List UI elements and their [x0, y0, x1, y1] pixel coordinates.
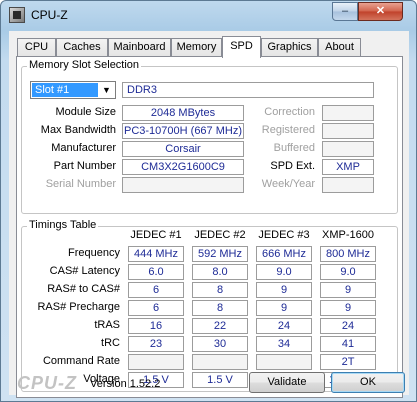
tab-cpu[interactable]: CPU [17, 38, 56, 57]
timing-row-label: RAS# Precharge [37, 301, 120, 313]
minimize-button[interactable]: ‒ [332, 2, 358, 21]
cpuz-window: CPU-Z ‒ ✕ CPU Caches Mainboard Memory SP… [0, 0, 417, 402]
cpuz-logo: CPU-Z [17, 373, 77, 393]
timing-cell [192, 354, 248, 370]
timing-cell: 9.0 [320, 264, 376, 280]
timing-cell [256, 354, 312, 370]
spd-panel: Memory Slot Selection Slot #1 ▼ DDR3 Mod… [16, 56, 403, 398]
timing-cell: 9 [320, 300, 376, 316]
timing-cell: 666 MHz [256, 246, 312, 262]
window-title: CPU-Z [31, 8, 68, 22]
correction-label: Correction [264, 106, 315, 118]
spd-ext-value: XMP [322, 159, 374, 175]
timing-column-header: JEDEC #3 [258, 229, 310, 241]
buffered-value [322, 141, 374, 157]
timing-cell: 8 [192, 282, 248, 298]
timing-cell: 41 [320, 336, 376, 352]
timing-cell: 30 [192, 336, 248, 352]
part-number-value: CM3X2G1600C9 [122, 159, 244, 175]
timing-cell: 9 [256, 300, 312, 316]
timing-cell: 2T [320, 354, 376, 370]
slot-select-value: Slot #1 [32, 83, 98, 97]
timings-group-title: Timings Table [27, 219, 99, 231]
timing-column-header: JEDEC #2 [194, 229, 246, 241]
timing-cell: 8 [192, 300, 248, 316]
timing-cell: 9.0 [256, 264, 312, 280]
max-bandwidth-value: PC3-10700H (667 MHz) [122, 123, 244, 139]
tab-spd[interactable]: SPD [222, 36, 261, 58]
timing-cell: 9 [320, 282, 376, 298]
manufacturer-value: Corsair [122, 141, 244, 157]
timing-cell: 24 [256, 318, 312, 334]
module-size-value: 2048 MBytes [122, 105, 244, 121]
timing-cell: 24 [320, 318, 376, 334]
part-number-label: Part Number [53, 160, 116, 172]
timing-row-label: RAS# to CAS# [47, 283, 120, 295]
slot-select[interactable]: Slot #1 ▼ [30, 81, 116, 99]
tab-graphics[interactable]: Graphics [261, 38, 318, 57]
serial-number-value [122, 177, 244, 193]
ok-button[interactable]: OK [331, 372, 405, 393]
timing-row-label: CAS# Latency [49, 265, 120, 277]
timing-cell: 9 [256, 282, 312, 298]
module-size-label: Module Size [55, 106, 116, 118]
chevron-down-icon[interactable]: ▼ [98, 82, 115, 98]
memory-slot-group: Memory Slot Selection Slot #1 ▼ DDR3 Mod… [21, 59, 398, 214]
validate-button[interactable]: Validate [249, 372, 325, 393]
spd-ext-label: SPD Ext. [270, 160, 315, 172]
timing-row-label: tRC [101, 337, 120, 349]
tab-about[interactable]: About [318, 38, 361, 57]
version-label: Version 1.52.2 [90, 378, 161, 390]
buffered-label: Buffered [273, 142, 315, 154]
memory-slot-group-title: Memory Slot Selection [27, 59, 142, 71]
timing-column-header: JEDEC #1 [130, 229, 182, 241]
tab-caches[interactable]: Caches [56, 38, 108, 57]
timings-group: Timings Table JEDEC #1 JEDEC #2 JEDEC #3 XM… [21, 219, 398, 392]
timing-row-label: Command Rate [42, 355, 120, 367]
registered-value [322, 123, 374, 139]
close-button[interactable]: ✕ [358, 2, 403, 21]
memory-type-field: DDR3 [122, 82, 374, 98]
week-year-value [322, 177, 374, 193]
timing-cell: 444 MHz [128, 246, 184, 262]
title-bar[interactable]: CPU-Z ‒ ✕ [1, 1, 416, 31]
week-year-label: Week/Year [261, 178, 315, 190]
timing-cell: 6 [128, 300, 184, 316]
serial-number-label: Serial Number [45, 178, 116, 190]
timing-cell: 16 [128, 318, 184, 334]
timing-cell: 34 [256, 336, 312, 352]
timing-cell: 1.5 V [192, 372, 248, 388]
correction-value [322, 105, 374, 121]
registered-label: Registered [261, 124, 315, 136]
timing-cell: 23 [128, 336, 184, 352]
timing-cell: 800 MHz [320, 246, 376, 262]
timing-cell: 22 [192, 318, 248, 334]
timing-cell: 8.0 [192, 264, 248, 280]
timing-cell [128, 354, 184, 370]
timing-column-header: XMP-1600 [322, 229, 374, 241]
manufacturer-label: Manufacturer [51, 142, 116, 154]
timing-row-label: Frequency [68, 247, 120, 259]
client-area: CPU Caches Mainboard Memory SPD Graphics… [9, 31, 409, 398]
timing-cell: 6.0 [128, 264, 184, 280]
timing-cell: 592 MHz [192, 246, 248, 262]
max-bandwidth-label: Max Bandwidth [40, 124, 116, 136]
tab-memory[interactable]: Memory [171, 38, 222, 57]
timing-cell: 6 [128, 282, 184, 298]
tab-mainboard[interactable]: Mainboard [108, 38, 171, 57]
timing-row-label: tRAS [94, 319, 120, 331]
cpuz-app-icon [9, 7, 25, 23]
